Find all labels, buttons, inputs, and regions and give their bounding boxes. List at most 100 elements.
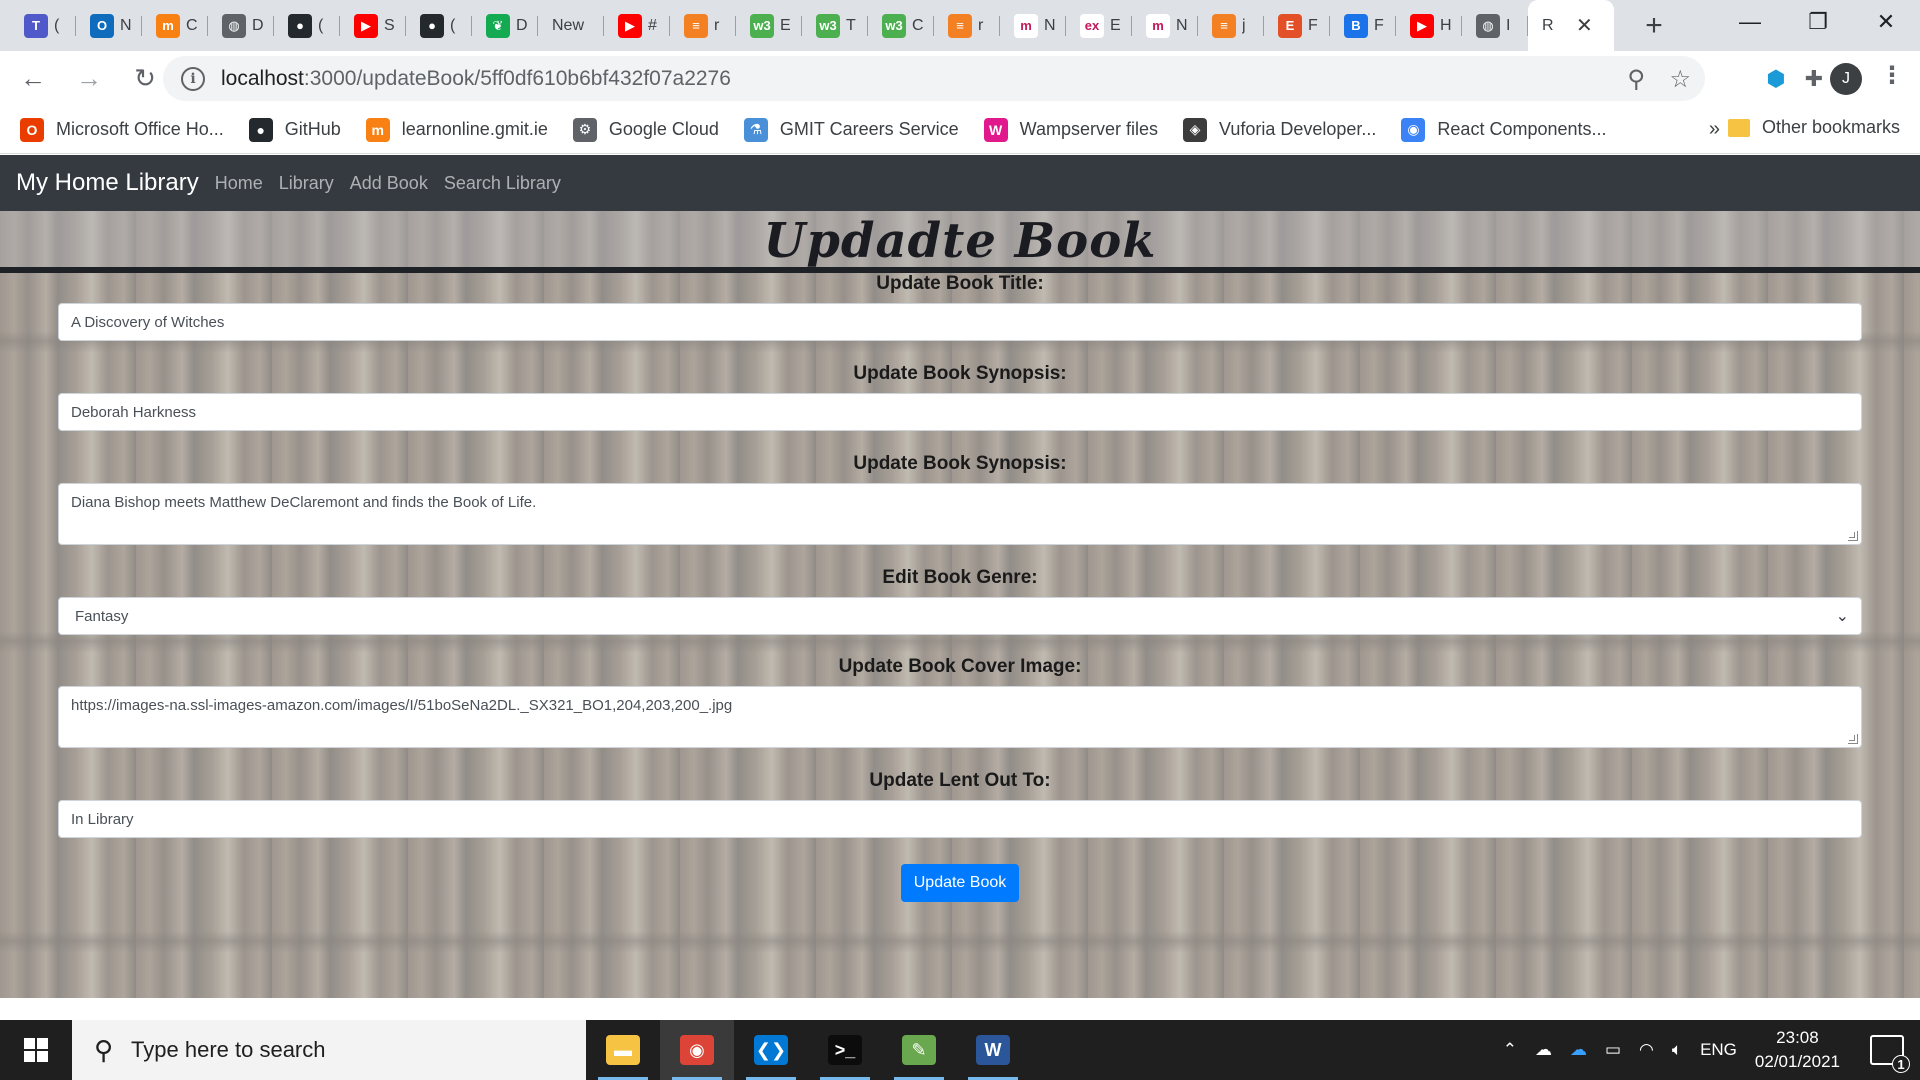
resize-grip-icon[interactable] [1848,531,1858,541]
browser-tab[interactable]: ▶ H [1396,0,1462,51]
url-path: :3000/updateBook/5ff0df610b6bf432f07a227… [303,66,731,90]
bookmark-item[interactable]: W Wampserver files [983,117,1158,142]
notification-center-icon[interactable]: 1 [1870,1035,1910,1073]
tab-title: E [780,16,791,34]
site-info-icon[interactable]: i [181,66,205,91]
browser-tab[interactable]: ex E [1066,0,1132,51]
nav-link-search-library[interactable]: Search Library [444,173,561,194]
nav-link-home[interactable]: Home [215,173,263,194]
profile-avatar[interactable]: J [1830,63,1862,95]
title-input[interactable]: A Discovery of Witches [58,303,1862,341]
file-explorer-taskbar-button[interactable]: ▬ [586,1020,660,1080]
browser-tab[interactable]: w3 E [736,0,802,51]
other-bookmarks[interactable]: Other bookmarks [1727,117,1900,138]
synopsis-textarea[interactable]: Diana Bishop meets Matthew DeClaremont a… [58,483,1862,545]
url-text[interactable]: localhost:3000/updateBook/5ff0df610b6bf4… [221,67,731,91]
bookmark-item[interactable]: ⚗ GMIT Careers Service [743,117,959,142]
github-icon: ● [248,117,273,142]
extension-icon[interactable]: ⬢ [1760,63,1792,95]
back-button[interactable]: ← [10,56,56,102]
browser-tab[interactable]: w3 C [868,0,934,51]
restore-button[interactable]: ❐ [1784,0,1852,44]
forward-button[interactable]: → [66,56,112,102]
genre-select[interactable]: Fantasy ⌄ [58,597,1862,635]
navbar-brand[interactable]: My Home Library [16,169,199,197]
word-taskbar-button[interactable]: W [956,1020,1030,1080]
folder-icon [1727,118,1750,137]
browser-tab[interactable]: ●( [406,0,472,51]
tab-title: New [552,16,585,34]
browser-tab[interactable]: ≡ j [1198,0,1264,51]
nav-link-add-book[interactable]: Add Book [350,173,428,194]
bookmark-label: learnonline.gmit.ie [401,119,548,139]
browser-tab[interactable]: BF [1330,0,1396,51]
nav-link-library[interactable]: Library [279,173,334,194]
other-bookmarks-label: Other bookmarks [1761,117,1900,137]
tab-title: # [648,16,657,34]
cover-textarea[interactable]: https://images-na.ssl-images-amazon.com/… [58,686,1862,748]
title-label: Update Book Title: [876,273,1044,294]
browser-tab[interactable]: ≡ r [934,0,1000,51]
system-tray: ⌃ ☁ ☁ ▭ ◠ 🔈︎ ENG 23:08 02/01/2021 1 [1503,1020,1920,1080]
bookmark-item[interactable]: ◈ Vuforia Developer... [1183,117,1376,142]
lent-input[interactable]: In Library [58,800,1862,838]
bookmarks-overflow-button[interactable]: » [1709,118,1720,141]
browser-menu-icon[interactable]: ⋮ [1880,61,1904,90]
browser-tab[interactable]: w3 T [802,0,868,51]
tab-title: R [1542,16,1554,34]
bookmark-item[interactable]: ⚙ Google Cloud [572,117,719,142]
close-tab-icon[interactable]: ✕ [1576,13,1593,38]
browser-tab[interactable]: ▶ S [340,0,406,51]
tab-title: E [1110,16,1121,34]
browser-tab[interactable]: T( [10,0,76,51]
browser-tab[interactable]: New [538,0,604,51]
onedrive-icon[interactable]: ☁ [1535,1040,1552,1060]
browser-tab[interactable]: ◍ I [1462,0,1528,51]
browser-tab[interactable]: mN [1132,0,1198,51]
browser-tab[interactable]: ◍ D [208,0,274,51]
volume-icon[interactable]: 🔈︎ [1672,1040,1682,1060]
taskbar-search-box[interactable]: ⚲ Type here to search [72,1020,586,1080]
flask-icon: ⚗ [743,117,768,142]
onedrive-business-icon[interactable]: ☁ [1570,1040,1587,1060]
close-window-button[interactable]: ✕ [1852,0,1920,44]
browser-tab[interactable]: ❦ D [472,0,538,51]
browser-tab[interactable]: ≡ r [670,0,736,51]
tab-title: F [1308,16,1318,34]
bookmark-list: O Microsoft Office Ho... ● GitHub m learnonli… [20,117,1632,142]
zoom-icon[interactable]: ⚲ [1627,65,1645,94]
chevron-up-icon[interactable]: ⌃ [1503,1040,1517,1060]
update-book-button[interactable]: Update Book [901,864,1019,902]
lent-input-value: In Library [71,810,134,828]
chrome-taskbar-button[interactable]: ◉ [660,1020,734,1080]
minimize-button[interactable]: — [1716,0,1784,44]
reload-button[interactable]: ↻ [122,56,168,102]
browser-tab[interactable]: ▶ # [604,0,670,51]
language-indicator[interactable]: ENG [1700,1040,1737,1060]
wifi-icon[interactable]: ◠ [1639,1040,1654,1060]
bookmark-item[interactable]: O Microsoft Office Ho... [20,117,224,142]
bookmark-item[interactable]: m learnonline.gmit.ie [365,117,548,142]
bookmark-item[interactable]: ◉ React Components... [1401,117,1607,142]
extensions-puzzle-icon[interactable]: ✚ [1798,63,1830,95]
browser-tab[interactable]: mN [1000,0,1066,51]
resize-grip-icon[interactable] [1848,734,1858,744]
new-tab-button[interactable]: + [1634,6,1674,46]
author-input[interactable]: Deborah Harkness [58,393,1862,431]
terminal-taskbar-button[interactable]: >_ [808,1020,882,1080]
paint-taskbar-button[interactable]: ✎ [882,1020,956,1080]
battery-icon[interactable]: ▭ [1605,1040,1621,1060]
clock[interactable]: 23:08 02/01/2021 [1755,1026,1840,1074]
bookmark-label: React Components... [1437,119,1607,139]
browser-tab[interactable]: mC [142,0,208,51]
browser-tab[interactable]: ON [76,0,142,51]
clock-date: 02/01/2021 [1754,1052,1840,1071]
vscode-taskbar-button[interactable]: ❮❯ [734,1020,808,1080]
browser-tab[interactable]: EF [1264,0,1330,51]
bookmark-item[interactable]: ● GitHub [248,117,341,142]
address-bar[interactable]: i localhost:3000/updateBook/5ff0df610b6b… [163,56,1705,101]
browser-tab-active[interactable]: R ✕ [1528,0,1614,51]
browser-tab[interactable]: ●( [274,0,340,51]
start-button[interactable] [0,1020,72,1080]
bookmark-star-icon[interactable]: ☆ [1669,65,1691,94]
